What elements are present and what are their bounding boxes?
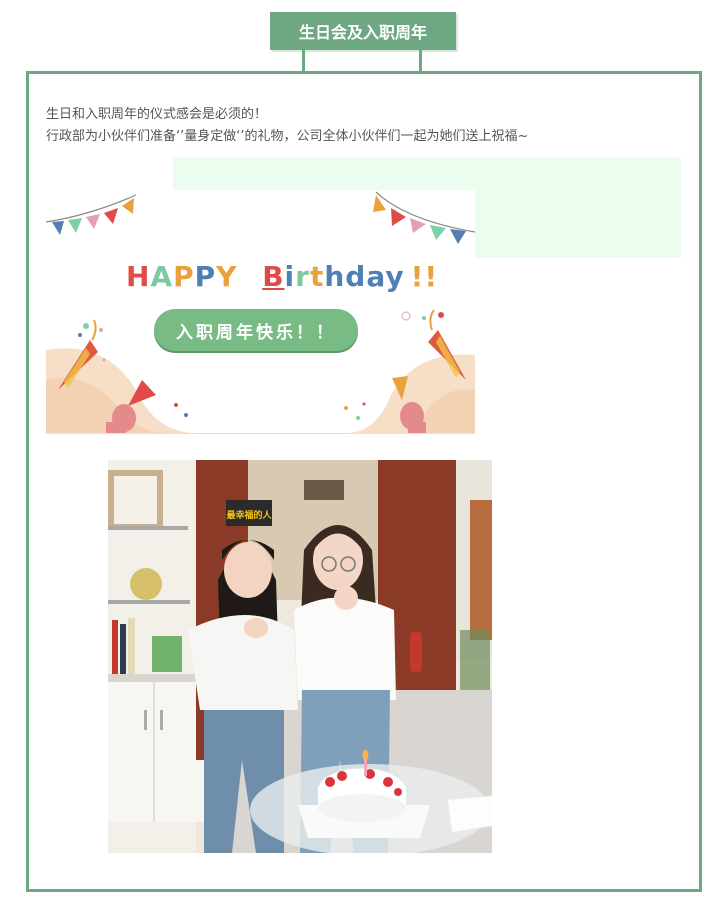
anniversary-pill-text: 入职周年快乐！！: [176, 322, 336, 343]
birthday-letter: h: [324, 260, 346, 293]
mint-panel-side: [475, 190, 681, 258]
birthday-letter: a: [366, 260, 386, 293]
birthday-letter: d: [345, 260, 367, 293]
intro-line-2: 行政部为小伙伴们准备‘’量身定做‘’的礼物，公司全体小伙伴们一起为她们送上祝福~: [46, 129, 529, 144]
birthday-letter: y: [385, 260, 405, 293]
intro-text: 生日和入职周年的仪式感会是必须的！ 行政部为小伙伴们准备‘’量身定做‘’的礼物，…: [46, 104, 686, 148]
title-connector-right: [419, 50, 422, 72]
birthday-letter: B: [262, 260, 285, 293]
happy-letter: P: [173, 260, 195, 293]
section-title: 生日会及入职周年: [298, 23, 427, 42]
birthday-letter: t: [309, 260, 325, 293]
birthday-letter: i: [284, 260, 296, 293]
intro-line-1: 生日和入职周年的仪式感会是必须的！: [46, 107, 268, 122]
birthday-exclaim: !!: [410, 260, 439, 293]
birthday-banner-image: HAPPY Birthday!! 入职周年快乐！！: [46, 190, 475, 434]
happy-birthday-heading: HAPPY Birthday!!: [126, 260, 438, 293]
photo-sign-text: 最幸福的人: [226, 509, 272, 521]
section-title-tab: 生日会及入职周年: [270, 12, 456, 50]
celebration-photo-illustration: 最幸福的人: [108, 460, 492, 853]
birthday-letter: r: [295, 260, 310, 293]
celebration-photo: 最幸福的人: [108, 460, 492, 853]
happy-letter: Y: [216, 260, 238, 293]
happy-letter: P: [194, 260, 217, 293]
anniversary-pill: 入职周年快乐！！: [154, 309, 358, 351]
happy-letter: H: [126, 260, 151, 293]
happy-letter: A: [150, 260, 174, 293]
mint-panel-top: [173, 157, 681, 190]
title-connector-left: [302, 50, 305, 72]
